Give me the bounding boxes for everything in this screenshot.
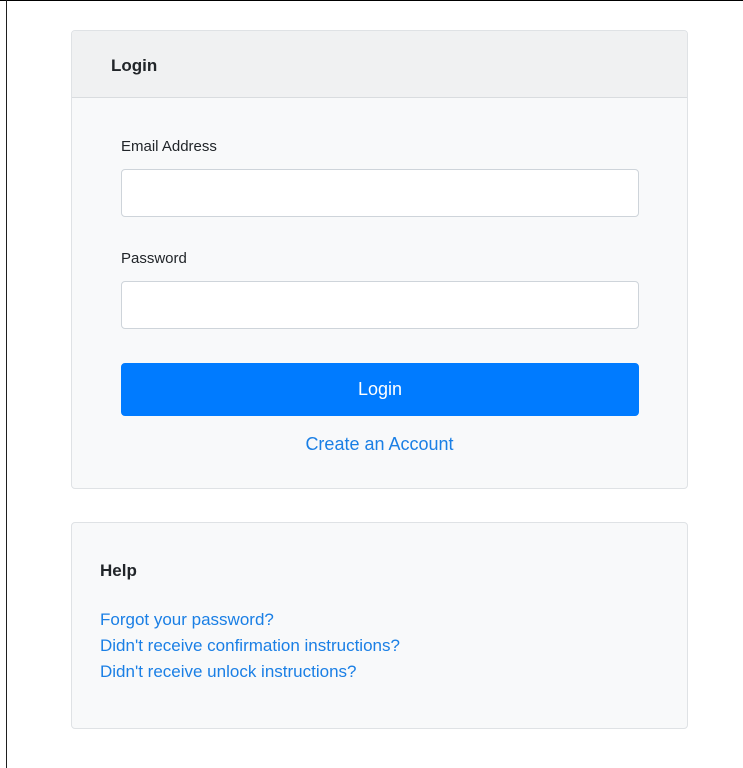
login-card: Login Email Address Password Login Creat… bbox=[71, 30, 688, 489]
help-list-item: Didn't receive confirmation instructions… bbox=[100, 633, 400, 659]
forgot-password-link[interactable]: Forgot your password? bbox=[100, 610, 274, 629]
email-label: Email Address bbox=[121, 138, 217, 155]
email-input[interactable] bbox=[121, 169, 639, 217]
help-list-item: Forgot your password? bbox=[100, 607, 400, 633]
resend-unlock-link[interactable]: Didn't receive unlock instructions? bbox=[100, 662, 356, 681]
help-card: Help Forgot your password? Didn't receiv… bbox=[71, 522, 688, 729]
resend-confirmation-link[interactable]: Didn't receive confirmation instructions… bbox=[100, 636, 400, 655]
create-account-link[interactable]: Create an Account bbox=[72, 433, 687, 455]
help-list-item: Didn't receive unlock instructions? bbox=[100, 659, 400, 685]
help-title: Help bbox=[100, 561, 137, 580]
password-label: Password bbox=[121, 250, 187, 267]
login-card-header: Login bbox=[72, 31, 687, 98]
login-card-title: Login bbox=[111, 56, 158, 75]
window-top-border bbox=[0, 0, 743, 1]
help-links-list: Forgot your password? Didn't receive con… bbox=[100, 607, 400, 685]
login-button[interactable]: Login bbox=[121, 363, 639, 416]
password-input[interactable] bbox=[121, 281, 639, 329]
window-left-border bbox=[6, 0, 7, 768]
